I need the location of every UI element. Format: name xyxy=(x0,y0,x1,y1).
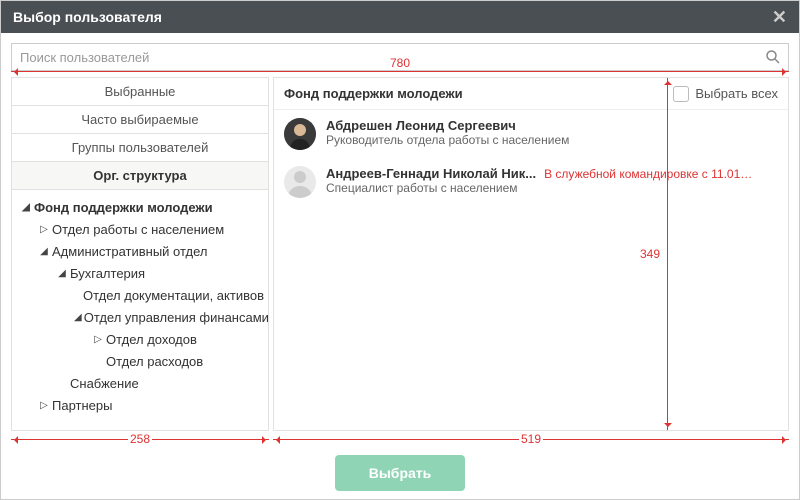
tree-node[interactable]: ▷Отдел доходов xyxy=(12,328,268,350)
avatar xyxy=(284,118,316,150)
tree-node[interactable]: ▷Партнеры xyxy=(12,394,268,416)
select-all-label: Выбрать всех xyxy=(695,86,778,101)
chevron-right-icon[interactable]: ▷ xyxy=(38,400,50,411)
tab-0[interactable]: Выбранные xyxy=(12,78,268,106)
tree-node[interactable]: Снабжение xyxy=(12,372,268,394)
user-name: Андреев-Геннади Николай Ник... xyxy=(326,166,536,181)
tree-node-label: Фонд поддержки молодежи xyxy=(34,200,213,215)
chevron-down-icon[interactable]: ◢ xyxy=(74,312,82,323)
user-name: Абдрешен Леонид Сергеевич xyxy=(326,118,516,133)
user-role: Руководитель отдела работы с населением xyxy=(326,133,778,147)
dialog-title: Выбор пользователя xyxy=(13,9,162,25)
user-row[interactable]: Андреев-Геннади Николай Ник... В служебно… xyxy=(274,158,788,206)
tree-node[interactable]: ▷Отдел работы с населением xyxy=(12,218,268,240)
tree-node-label: Отдел управления финансами xyxy=(84,310,268,325)
tree-node[interactable]: Отдел документации, активов xyxy=(12,284,268,306)
tree-node[interactable]: ◢Бухгалтерия xyxy=(12,262,268,284)
tree-node[interactable]: ◢Административный отдел xyxy=(12,240,268,262)
user-role: Специалист работы с населением xyxy=(326,181,778,195)
titlebar: Выбор пользователя ✕ xyxy=(1,1,799,33)
select-all-checkbox[interactable] xyxy=(673,86,689,102)
chevron-right-icon[interactable]: ▷ xyxy=(92,334,104,345)
footer: Выбрать xyxy=(1,447,799,499)
tree-node-label: Административный отдел xyxy=(52,244,207,259)
dialog-body: ВыбранныеЧасто выбираемыеГруппы пользова… xyxy=(1,77,799,431)
right-panel: Фонд поддержки молодежи Выбрать всех Абд… xyxy=(273,77,789,431)
tab-3[interactable]: Орг. структура xyxy=(12,162,268,190)
dimension-right: 519 xyxy=(273,439,789,440)
dimension-left: 258 xyxy=(11,439,269,440)
tree-node-label: Отдел доходов xyxy=(106,332,197,347)
tree-node-label: Снабжение xyxy=(70,376,139,391)
tree-node-label: Отдел работы с населением xyxy=(52,222,224,237)
chevron-right-icon[interactable]: ▷ xyxy=(38,224,50,235)
tree-node[interactable]: Отдел расходов xyxy=(12,350,268,372)
user-list: Абдрешен Леонид СергеевичРуководитель от… xyxy=(274,110,788,430)
bottom-dimensions: 258 519 xyxy=(11,433,789,447)
select-all[interactable]: Выбрать всех xyxy=(673,86,778,102)
tree-node-label: Бухгалтерия xyxy=(70,266,145,281)
chevron-down-icon[interactable]: ◢ xyxy=(56,268,68,279)
submit-button[interactable]: Выбрать xyxy=(335,455,466,491)
tree-node-label: Отдел документации, активов xyxy=(83,288,264,303)
tab-1[interactable]: Часто выбираемые xyxy=(12,106,268,134)
avatar-placeholder-icon xyxy=(284,166,316,198)
left-panel: ВыбранныеЧасто выбираемыеГруппы пользова… xyxy=(11,77,269,431)
user-row-text: Абдрешен Леонид СергеевичРуководитель от… xyxy=(326,118,778,147)
dimension-height-label: 349 xyxy=(638,247,662,261)
chevron-down-icon[interactable]: ◢ xyxy=(38,246,50,257)
tree-node-label: Партнеры xyxy=(52,398,112,413)
org-tree[interactable]: ◢Фонд поддержки молодежи▷Отдел работы с … xyxy=(12,190,268,430)
user-picker-dialog: Выбор пользователя ✕ 780 ВыбранныеЧасто … xyxy=(0,0,800,500)
search-row: 780 xyxy=(1,33,799,77)
tree-node-label: Отдел расходов xyxy=(106,354,203,369)
dimension-height xyxy=(667,78,668,430)
dimension-right-label: 519 xyxy=(519,432,543,446)
user-status: В служебной командировке с 11.01.1... xyxy=(544,167,754,181)
right-header: Фонд поддержки молодежи Выбрать всех xyxy=(274,78,788,110)
right-panel-title: Фонд поддержки молодежи xyxy=(284,86,463,101)
dimension-left-label: 258 xyxy=(128,432,152,446)
user-row[interactable]: Абдрешен Леонид СергеевичРуководитель от… xyxy=(274,110,788,158)
chevron-down-icon[interactable]: ◢ xyxy=(20,202,32,213)
dimension-top-label: 780 xyxy=(388,56,412,70)
user-row-text: Андреев-Геннади Николай Ник... В служебно… xyxy=(326,166,778,195)
close-icon[interactable]: ✕ xyxy=(772,7,787,28)
dimension-top: 780 xyxy=(11,71,789,72)
tab-2[interactable]: Группы пользователей xyxy=(12,134,268,162)
tree-node[interactable]: ◢Отдел управления финансами xyxy=(12,306,268,328)
tree-node[interactable]: ◢Фонд поддержки молодежи xyxy=(12,196,268,218)
